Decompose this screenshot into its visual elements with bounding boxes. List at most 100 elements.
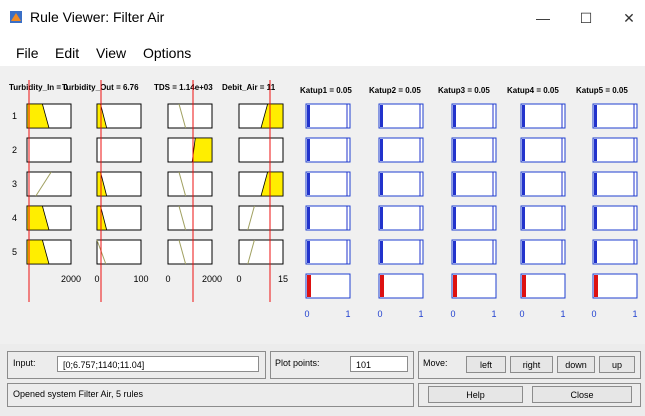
output-mf-fill xyxy=(307,241,310,263)
output-mf-fill xyxy=(594,139,597,161)
aggregate-box xyxy=(305,273,351,299)
aggregate-box xyxy=(451,273,497,299)
help-button[interactable]: Help xyxy=(428,386,523,403)
input-mf-box xyxy=(238,239,284,265)
plot-points-field[interactable]: 101 xyxy=(350,356,408,372)
output-mf-box xyxy=(305,171,351,197)
input-mf-box xyxy=(167,239,213,265)
control-panel: Input: [0;6.757;1140;11.04] Plot points:… xyxy=(0,344,645,416)
aggregate-fill xyxy=(380,275,384,297)
input-axis-min: 0 xyxy=(94,274,99,284)
output-mf-box xyxy=(451,239,497,265)
input-mf-box xyxy=(167,103,213,129)
output-mf-box xyxy=(592,205,638,231)
status-panel: Opened system Filter Air, 5 rules xyxy=(7,383,414,407)
output-mf-fill xyxy=(380,173,383,195)
output-mf-box xyxy=(378,103,424,129)
dialog-buttons-panel: Help Close xyxy=(418,383,641,407)
menu-options[interactable]: Options xyxy=(143,45,191,61)
menu-bar: File Edit View Options xyxy=(0,36,645,66)
output-mf-box xyxy=(592,137,638,163)
output-mf-fill xyxy=(522,139,525,161)
output-axis-min: 0 xyxy=(377,309,382,319)
maximize-button[interactable]: ☐ xyxy=(571,7,601,29)
turbidity-in-header: Turbidity_In = 0 xyxy=(9,83,68,92)
minimize-button[interactable]: — xyxy=(528,7,558,29)
plot-points-label: Plot points: xyxy=(275,358,320,368)
katup2-header: Katup2 = 0.05 xyxy=(369,86,421,95)
input-label: Input: xyxy=(13,358,36,368)
input-mf-box xyxy=(167,205,213,231)
input-axis-min: 0 xyxy=(236,274,241,284)
rule-number: 1 xyxy=(12,111,17,121)
status-text: Opened system Filter Air, 5 rules xyxy=(13,389,144,399)
rule-viewer-window: Rule Viewer: Filter Air — ☐ ✕ File Edit … xyxy=(0,0,645,416)
output-axis-max: 1 xyxy=(491,309,496,319)
output-axis-max: 1 xyxy=(418,309,423,319)
aggregate-box xyxy=(592,273,638,299)
rules-plot: Turbidity_In = 0 Turbidity_Out = 6.76 TD… xyxy=(9,80,638,319)
output-mf-fill xyxy=(522,173,525,195)
input-vector-field[interactable]: [0;6.757;1140;11.04] xyxy=(57,356,259,372)
output-axis-max: 1 xyxy=(560,309,565,319)
menu-file[interactable]: File xyxy=(16,45,39,61)
output-mf-fill xyxy=(307,207,310,229)
output-mf-box xyxy=(520,171,566,197)
katup3-header: Katup3 = 0.05 xyxy=(438,86,490,95)
input-mf-box xyxy=(238,205,284,231)
output-mf-fill xyxy=(522,241,525,263)
output-mf-fill xyxy=(453,241,456,263)
output-mf-box xyxy=(378,137,424,163)
close-button[interactable]: Close xyxy=(532,386,632,403)
menu-view[interactable]: View xyxy=(96,45,126,61)
aggregate-box xyxy=(520,273,566,299)
output-mf-fill xyxy=(453,173,456,195)
rule-number: 4 xyxy=(12,213,17,223)
output-axis-min: 0 xyxy=(304,309,309,319)
katup4-header: Katup4 = 0.05 xyxy=(507,86,559,95)
menu-edit[interactable]: Edit xyxy=(55,45,79,61)
aggregate-fill xyxy=(307,275,311,297)
output-axis-min: 0 xyxy=(519,309,524,319)
close-window-button[interactable]: ✕ xyxy=(614,7,644,29)
move-left-button[interactable]: left xyxy=(466,356,506,373)
output-mf-box xyxy=(451,103,497,129)
rule-number: 2 xyxy=(12,145,17,155)
input-mf-box xyxy=(96,239,142,265)
move-down-button[interactable]: down xyxy=(557,356,595,373)
output-axis-max: 1 xyxy=(345,309,350,319)
input-axis-max: 2000 xyxy=(202,274,222,284)
move-up-button[interactable]: up xyxy=(599,356,635,373)
output-axis-min: 0 xyxy=(450,309,455,319)
output-mf-fill xyxy=(594,241,597,263)
output-mf-fill xyxy=(594,207,597,229)
output-mf-box xyxy=(451,171,497,197)
move-right-button[interactable]: right xyxy=(510,356,553,373)
output-mf-box xyxy=(305,205,351,231)
output-mf-box xyxy=(378,239,424,265)
output-mf-fill xyxy=(307,139,310,161)
output-mf-box xyxy=(378,205,424,231)
aggregate-box xyxy=(378,273,424,299)
output-mf-box xyxy=(305,137,351,163)
rule-number: 3 xyxy=(12,179,17,189)
input-axis-max: 15 xyxy=(278,274,288,284)
input-mf-box xyxy=(167,171,213,197)
output-mf-box xyxy=(520,103,566,129)
output-mf-fill xyxy=(380,139,383,161)
aggregate-fill xyxy=(453,275,457,297)
window-title: Rule Viewer: Filter Air xyxy=(30,9,165,25)
title-bar: Rule Viewer: Filter Air — ☐ ✕ xyxy=(0,0,645,36)
rule-number: 5 xyxy=(12,247,17,257)
output-mf-fill xyxy=(380,105,383,127)
output-mf-fill xyxy=(522,105,525,127)
move-label: Move: xyxy=(423,358,448,368)
output-mf-fill xyxy=(380,207,383,229)
output-mf-box xyxy=(520,239,566,265)
output-mf-box xyxy=(592,103,638,129)
input-mf-box xyxy=(96,137,142,163)
output-mf-fill xyxy=(594,173,597,195)
input-mf-box xyxy=(26,137,72,163)
input-mf-box xyxy=(238,137,284,163)
input-axis-max: 2000 xyxy=(61,274,81,284)
